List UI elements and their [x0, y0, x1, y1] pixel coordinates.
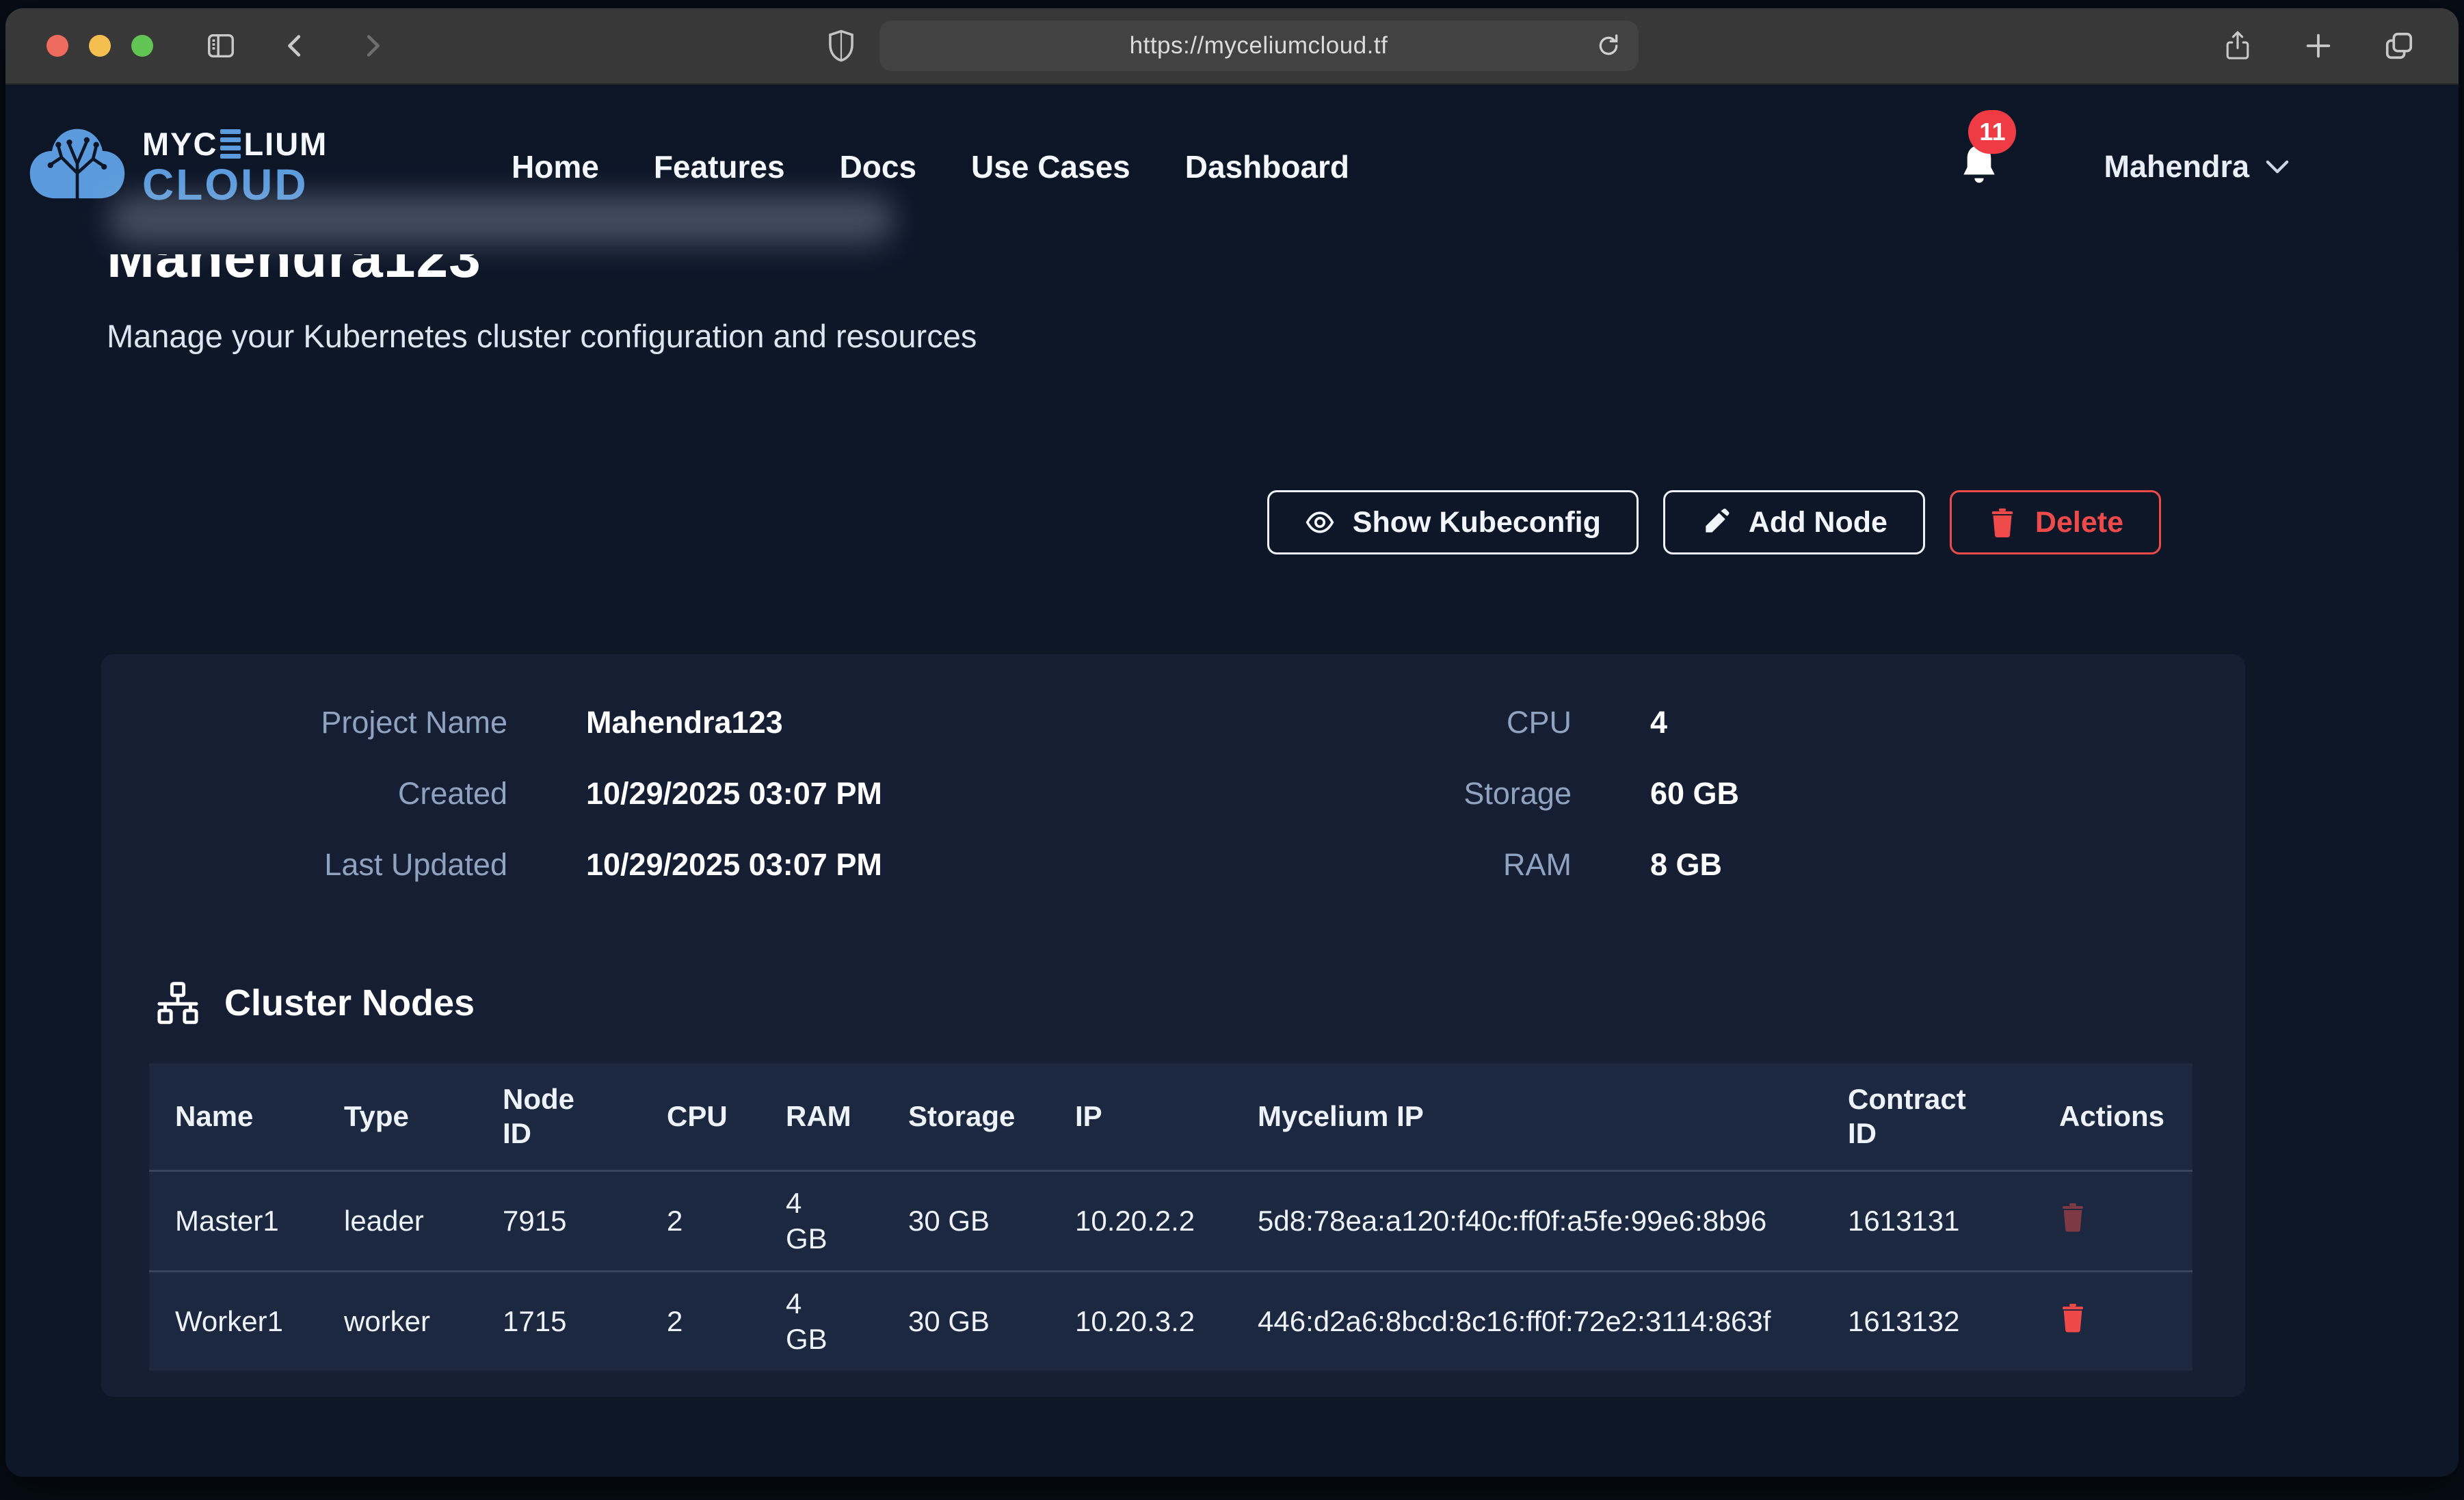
cell-node-id: 7915	[503, 1171, 667, 1272]
col-contract-id: Contract ID	[1848, 1063, 2059, 1171]
page-subtitle: Manage your Kubernetes cluster configura…	[107, 317, 2459, 355]
cpu-label: CPU	[1191, 705, 1572, 740]
new-tab-icon[interactable]	[2303, 30, 2334, 62]
cell-ram: 4 GB	[786, 1272, 908, 1371]
page-title: Mahendra123	[107, 254, 2459, 286]
cell-name: Worker1	[149, 1272, 344, 1371]
cell-cpu: 2	[667, 1171, 786, 1272]
created-label: Created	[101, 776, 507, 812]
cell-cpu: 2	[667, 1272, 786, 1371]
add-node-button[interactable]: Add Node	[1663, 490, 1925, 554]
tab-overview-icon[interactable]	[2383, 30, 2415, 62]
nav-link-features[interactable]: Features	[654, 148, 785, 185]
last-updated-value: 10/29/2025 03:07 PM	[507, 847, 1191, 883]
cell-actions	[2059, 1171, 2193, 1272]
col-actions: Actions	[2059, 1063, 2193, 1171]
last-updated-label: Last Updated	[101, 847, 507, 883]
brand-line2: CLOUD	[142, 163, 328, 206]
col-node-id: Node ID	[503, 1063, 667, 1171]
cell-name: Master1	[149, 1171, 344, 1272]
table-row: Worker1 worker 1715 2 4 GB 30 GB 10.20.3…	[149, 1272, 2193, 1371]
trash-icon	[1987, 507, 2017, 537]
ram-value: 8 GB	[1572, 847, 2245, 883]
mycelium-cloud-icon	[26, 126, 129, 208]
ram-label: RAM	[1191, 847, 1572, 883]
stylized-e-icon	[220, 129, 241, 159]
cluster-info-grid: Project Name Mahendra123 CPU 4 Created 1…	[101, 705, 2245, 883]
url-text: https://myceliumcloud.tf	[1130, 32, 1388, 59]
storage-label: Storage	[1191, 776, 1572, 812]
nav-link-home[interactable]: Home	[512, 148, 599, 185]
cluster-actions-toolbar: Show Kubeconfig Add Node Delete	[107, 490, 2161, 554]
col-type: Type	[344, 1063, 503, 1171]
col-storage: Storage	[908, 1063, 1075, 1171]
storage-value: 60 GB	[1572, 776, 2245, 812]
cell-storage: 30 GB	[908, 1171, 1075, 1272]
sidebar-toggle-icon[interactable]	[205, 30, 237, 62]
eye-icon	[1305, 507, 1335, 537]
minimize-window-button[interactable]	[89, 35, 111, 57]
created-value: 10/29/2025 03:07 PM	[507, 776, 1191, 812]
close-window-button[interactable]	[47, 35, 68, 57]
page-heading-section: Mahendra123 Manage your Kubernetes clust…	[5, 249, 2459, 355]
cell-type: worker	[344, 1272, 503, 1371]
brand-logo[interactable]: MYCLIUM CLOUD	[26, 126, 347, 208]
delete-cluster-button[interactable]: Delete	[1950, 490, 2161, 554]
cluster-details-card: Project Name Mahendra123 CPU 4 Created 1…	[101, 654, 2245, 1397]
cell-contract-id: 1613132	[1848, 1272, 2059, 1371]
show-kubeconfig-button[interactable]: Show Kubeconfig	[1267, 490, 1639, 554]
user-name: Mahendra	[2104, 149, 2249, 185]
main-nav: Home Features Docs Use Cases Dashboard	[512, 148, 1349, 185]
network-nodes-icon	[156, 981, 200, 1025]
delete-node-button[interactable]	[2059, 1302, 2087, 1335]
cell-storage: 30 GB	[908, 1272, 1075, 1371]
col-name: Name	[149, 1063, 344, 1171]
project-name-value: Mahendra123	[507, 705, 1191, 740]
nav-link-dashboard[interactable]: Dashboard	[1185, 148, 1349, 185]
trash-icon	[2059, 1201, 2087, 1233]
cell-actions	[2059, 1272, 2193, 1371]
pencil-icon	[1701, 507, 1731, 537]
col-ip: IP	[1075, 1063, 1258, 1171]
col-cpu: CPU	[667, 1063, 786, 1171]
chevron-down-icon	[2266, 159, 2289, 174]
cell-ram: 4 GB	[786, 1171, 908, 1272]
col-mycelium-ip: Mycelium IP	[1258, 1063, 1848, 1171]
cell-mycelium-ip: 446:d2a6:8bcd:8c16:ff0f:72e2:3114:863f	[1258, 1272, 1848, 1371]
address-bar[interactable]: https://myceliumcloud.tf	[879, 21, 1639, 71]
trash-icon	[2059, 1302, 2087, 1333]
notifications-button[interactable]: 11	[1957, 142, 2001, 193]
nav-link-use-cases[interactable]: Use Cases	[971, 148, 1130, 185]
share-icon[interactable]	[2222, 30, 2253, 62]
cluster-nodes-title: Cluster Nodes	[224, 982, 475, 1024]
project-name-label: Project Name	[101, 705, 507, 740]
reload-icon[interactable]	[1595, 32, 1622, 59]
cpu-value: 4	[1572, 705, 2245, 740]
cell-mycelium-ip: 5d8:78ea:a120:f40c:ff0f:a5fe:99e6:8b96	[1258, 1171, 1848, 1272]
notification-count-badge: 11	[1968, 110, 2016, 154]
table-row: Master1 leader 7915 2 4 GB 30 GB 10.20.2…	[149, 1171, 2193, 1272]
site-header: MYCLIUM CLOUD Home Features Docs Use Cas…	[5, 85, 2459, 249]
browser-window: https://myceliumcloud.tf	[5, 8, 2459, 1477]
table-header-row: Name Type Node ID CPU RAM Storage IP Myc…	[149, 1063, 2193, 1171]
nodes-table-container: Name Type Node ID CPU RAM Storage IP Myc…	[149, 1063, 2193, 1371]
cell-ip: 10.20.3.2	[1075, 1272, 1258, 1371]
cell-contract-id: 1613131	[1848, 1171, 2059, 1272]
col-ram: RAM	[786, 1063, 908, 1171]
privacy-shield-icon	[826, 29, 856, 63]
window-controls	[47, 35, 153, 57]
nodes-table: Name Type Node ID CPU RAM Storage IP Myc…	[149, 1063, 2193, 1371]
nav-link-docs[interactable]: Docs	[840, 148, 916, 185]
back-icon[interactable]	[280, 30, 312, 62]
cell-ip: 10.20.2.2	[1075, 1171, 1258, 1272]
brand-line1: MYCLIUM	[142, 128, 328, 160]
delete-node-button[interactable]	[2059, 1201, 2087, 1235]
zoom-window-button[interactable]	[131, 35, 153, 57]
user-menu[interactable]: Mahendra	[2104, 149, 2289, 185]
cell-type: leader	[344, 1171, 503, 1272]
forward-icon[interactable]	[356, 30, 387, 62]
browser-toolbar: https://myceliumcloud.tf	[5, 8, 2459, 85]
cluster-nodes-heading: Cluster Nodes	[156, 981, 2245, 1025]
cell-node-id: 1715	[503, 1272, 667, 1371]
